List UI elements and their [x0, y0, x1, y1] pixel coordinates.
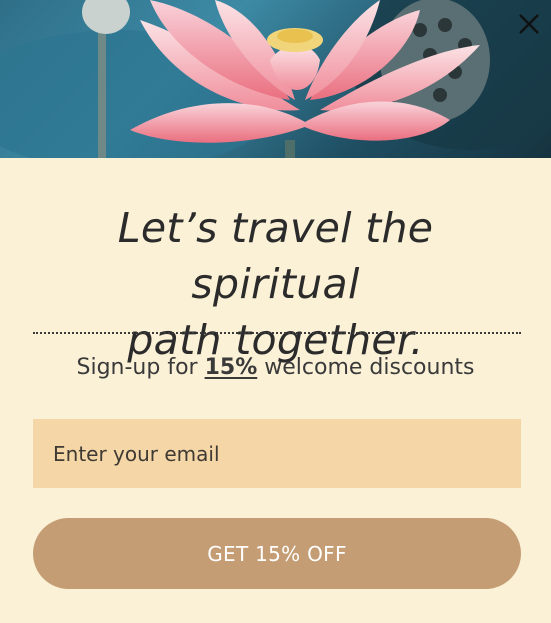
hero-image: [0, 0, 551, 158]
email-field[interactable]: [33, 419, 521, 488]
close-button[interactable]: [511, 6, 547, 42]
dotted-divider: [33, 332, 521, 334]
lotus-flower-icon: [0, 0, 551, 158]
discount-subtitle: Sign-up for 15% welcome discounts: [0, 355, 551, 380]
headline: Let’s travel the spiritual path together…: [28, 200, 523, 368]
discount-percent: 15%: [204, 355, 258, 380]
close-icon: [519, 14, 539, 34]
subtitle-suffix: welcome discounts: [264, 355, 475, 380]
get-discount-button[interactable]: GET 15% OFF: [33, 518, 521, 589]
signup-panel: Let’s travel the spiritual path together…: [0, 158, 551, 623]
subtitle-prefix: Sign-up for: [76, 355, 198, 380]
headline-line-1: Let’s travel the spiritual: [117, 204, 434, 308]
